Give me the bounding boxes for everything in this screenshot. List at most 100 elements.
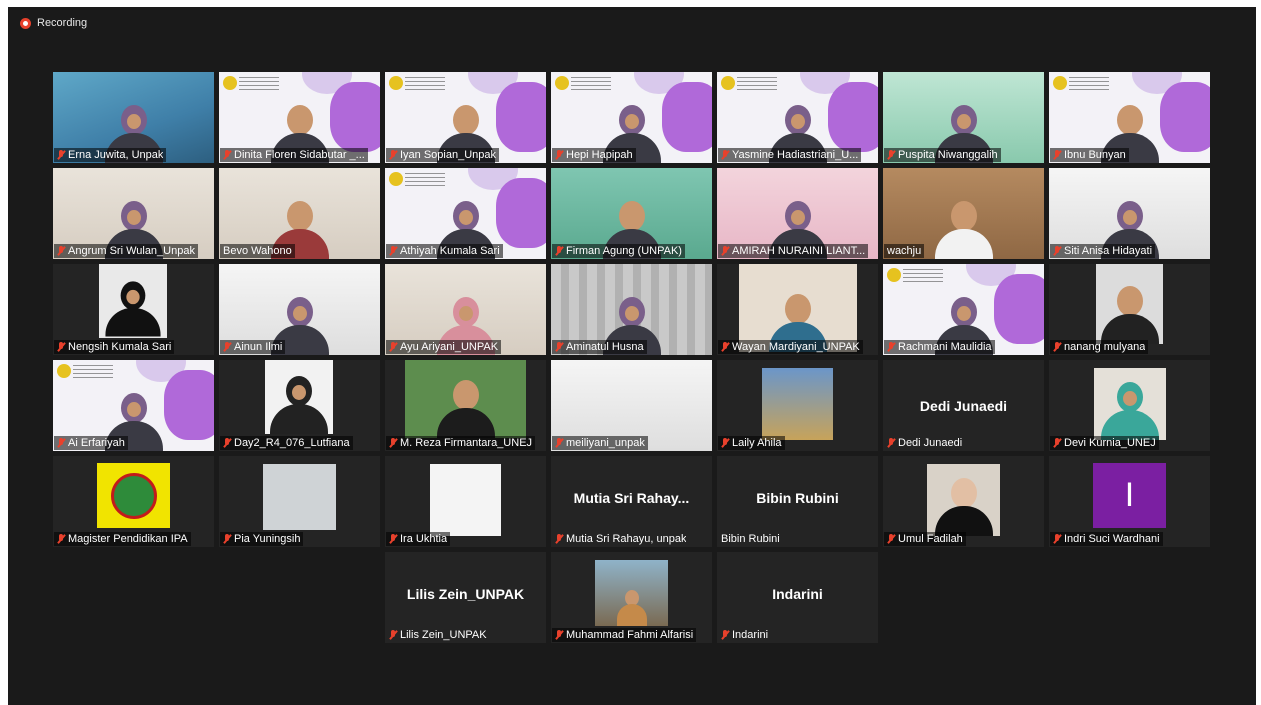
participant-name: Bevo Wahono: [223, 245, 292, 257]
mic-muted-icon: [1053, 342, 1061, 352]
mic-muted-icon: [1053, 438, 1061, 448]
participant-name: M. Reza Firmantara_UNEJ: [400, 437, 533, 449]
participant-name: Athiyah Kumala Sari: [400, 245, 500, 257]
participant-tile[interactable]: Ayu Ariyani_UNPAK: [385, 264, 546, 355]
participant-name: Rachmani Maulidia: [898, 341, 992, 353]
participant-tile[interactable]: I Indri Suci Wardhani: [1049, 456, 1210, 547]
participant-tile[interactable]: Umul Fadilah: [883, 456, 1044, 547]
participant-tile[interactable]: Lilis Zein_UNPAK Lilis Zein_UNPAK: [385, 552, 546, 643]
participant-tile[interactable]: Devi Kurnia_UNEJ: [1049, 360, 1210, 451]
participant-name: Ayu Ariyani_UNPAK: [400, 341, 499, 353]
participant-name: Angrum Sri Wulan_Unpak: [68, 245, 195, 257]
participant-display-name: Indarini: [772, 586, 823, 602]
participant-tile[interactable]: Ibnu Bunyan: [1049, 72, 1210, 163]
participant-display-name: Mutia Sri Rahay...: [573, 490, 690, 506]
participant-photo: [265, 360, 333, 434]
participant-tile[interactable]: nanang mulyana: [1049, 264, 1210, 355]
mic-muted-icon: [887, 438, 895, 448]
participant-tile[interactable]: Athiyah Kumala Sari: [385, 168, 546, 259]
participant-name: Ainun Ilmi: [234, 341, 283, 353]
participant-name: Muhammad Fahmi Alfarisi: [566, 629, 694, 641]
participant-name: Dedi Junaedi: [898, 437, 963, 449]
mic-muted-icon: [555, 630, 563, 640]
mic-muted-icon: [555, 534, 563, 544]
mic-muted-icon: [887, 150, 895, 160]
participant-photo: [762, 368, 833, 440]
mic-muted-icon: [389, 438, 397, 448]
participant-photo: [263, 464, 336, 530]
participant-tile[interactable]: Firman Agung (UNPAK): [551, 168, 712, 259]
participant-name: Lilis Zein_UNPAK: [400, 629, 487, 641]
mic-muted-icon: [223, 438, 231, 448]
participant-tile[interactable]: wachju: [883, 168, 1044, 259]
participant-name: Indri Suci Wardhani: [1064, 533, 1160, 545]
participant-tile[interactable]: Puspita Niwanggalih: [883, 72, 1044, 163]
participant-tile[interactable]: Bibin Rubini Bibin Rubini: [717, 456, 878, 547]
participant-tile[interactable]: M. Reza Firmantara_UNEJ: [385, 360, 546, 451]
mic-muted-icon: [555, 342, 563, 352]
participant-tile[interactable]: Ai Erfariyah: [53, 360, 214, 451]
participant-tile[interactable]: meiliyani_unpak: [551, 360, 712, 451]
mic-muted-icon: [1053, 150, 1061, 160]
participant-name: Bibin Rubini: [721, 533, 780, 545]
participant-tile[interactable]: Ainun Ilmi: [219, 264, 380, 355]
participant-tile[interactable]: AMIRAH NURAINI LIANT...: [717, 168, 878, 259]
mic-muted-icon: [887, 534, 895, 544]
participant-name: Firman Agung (UNPAK): [566, 245, 682, 257]
participant-name: AMIRAH NURAINI LIANT...: [732, 245, 866, 257]
participant-tile[interactable]: Dedi Junaedi Dedi Junaedi: [883, 360, 1044, 451]
participant-tile[interactable]: Aminatul Husna: [551, 264, 712, 355]
mic-muted-icon: [389, 150, 397, 160]
participant-photo: [1096, 264, 1163, 344]
participant-tile[interactable]: Pia Yuningsih: [219, 456, 380, 547]
participant-tile[interactable]: Laily Ahila: [717, 360, 878, 451]
participant-name: nanang mulyana: [1064, 341, 1146, 353]
participant-video: [934, 197, 993, 259]
participant-tile[interactable]: Erna Juwita, Unpak: [53, 72, 214, 163]
mic-muted-icon: [57, 342, 65, 352]
participant-photo: [430, 464, 501, 536]
participant-tile[interactable]: Dinita Floren Sidabutar _...: [219, 72, 380, 163]
participant-tile[interactable]: Mutia Sri Rahay... Mutia Sri Rahayu, unp…: [551, 456, 712, 547]
participant-tile[interactable]: Nengsih Kumala Sari: [53, 264, 214, 355]
mic-muted-icon: [555, 246, 563, 256]
participant-name: Umul Fadilah: [898, 533, 963, 545]
participant-name: Ibnu Bunyan: [1064, 149, 1126, 161]
participant-display-name: Dedi Junaedi: [919, 398, 1008, 414]
participant-tile[interactable]: Hepi Hapipah: [551, 72, 712, 163]
mic-muted-icon: [57, 534, 65, 544]
participant-photo: [739, 264, 857, 352]
mic-muted-icon: [389, 246, 397, 256]
participant-tile[interactable]: Day2_R4_076_Lutfiana: [219, 360, 380, 451]
mic-muted-icon: [223, 342, 231, 352]
participant-name: Puspita Niwanggalih: [898, 149, 998, 161]
mic-muted-icon: [721, 150, 729, 160]
participant-name: wachju: [887, 245, 922, 257]
mic-muted-icon: [721, 246, 729, 256]
participant-tile[interactable]: Magister Pendidikan IPA: [53, 456, 214, 547]
mic-muted-icon: [887, 342, 895, 352]
participant-tile[interactable]: Wayan Mardiyani_UNPAK: [717, 264, 878, 355]
participant-name: Laily Ahila: [732, 437, 782, 449]
mic-muted-icon: [223, 150, 231, 160]
participant-name: Yasmine Hadiastriani_U...: [732, 149, 859, 161]
participant-tile[interactable]: Muhammad Fahmi Alfarisi: [551, 552, 712, 643]
mic-muted-icon: [1053, 246, 1061, 256]
participant-tile[interactable]: Rachmani Maulidia: [883, 264, 1044, 355]
participant-tile[interactable]: Iyan Sopian_Unpak: [385, 72, 546, 163]
participant-name: Hepi Hapipah: [566, 149, 633, 161]
participant-name: Siti Anisa Hidayati: [1064, 245, 1153, 257]
participant-name: Aminatul Husna: [566, 341, 644, 353]
participant-tile[interactable]: Indarini Indarini: [717, 552, 878, 643]
participant-name: Indarini: [732, 629, 769, 641]
participant-tile[interactable]: Yasmine Hadiastriani_U...: [717, 72, 878, 163]
participant-name: Ai Erfariyah: [68, 437, 125, 449]
participant-tile[interactable]: Siti Anisa Hidayati: [1049, 168, 1210, 259]
participant-photo: [405, 360, 526, 438]
participant-tile-active-speaker[interactable]: Bevo Wahono: [219, 168, 380, 259]
participant-initial: I: [1093, 463, 1166, 528]
participant-photo: [99, 264, 167, 338]
participant-name: Dinita Floren Sidabutar _...: [234, 149, 365, 161]
participant-tile[interactable]: Angrum Sri Wulan_Unpak: [53, 168, 214, 259]
participant-tile[interactable]: Ira Ukhtia: [385, 456, 546, 547]
